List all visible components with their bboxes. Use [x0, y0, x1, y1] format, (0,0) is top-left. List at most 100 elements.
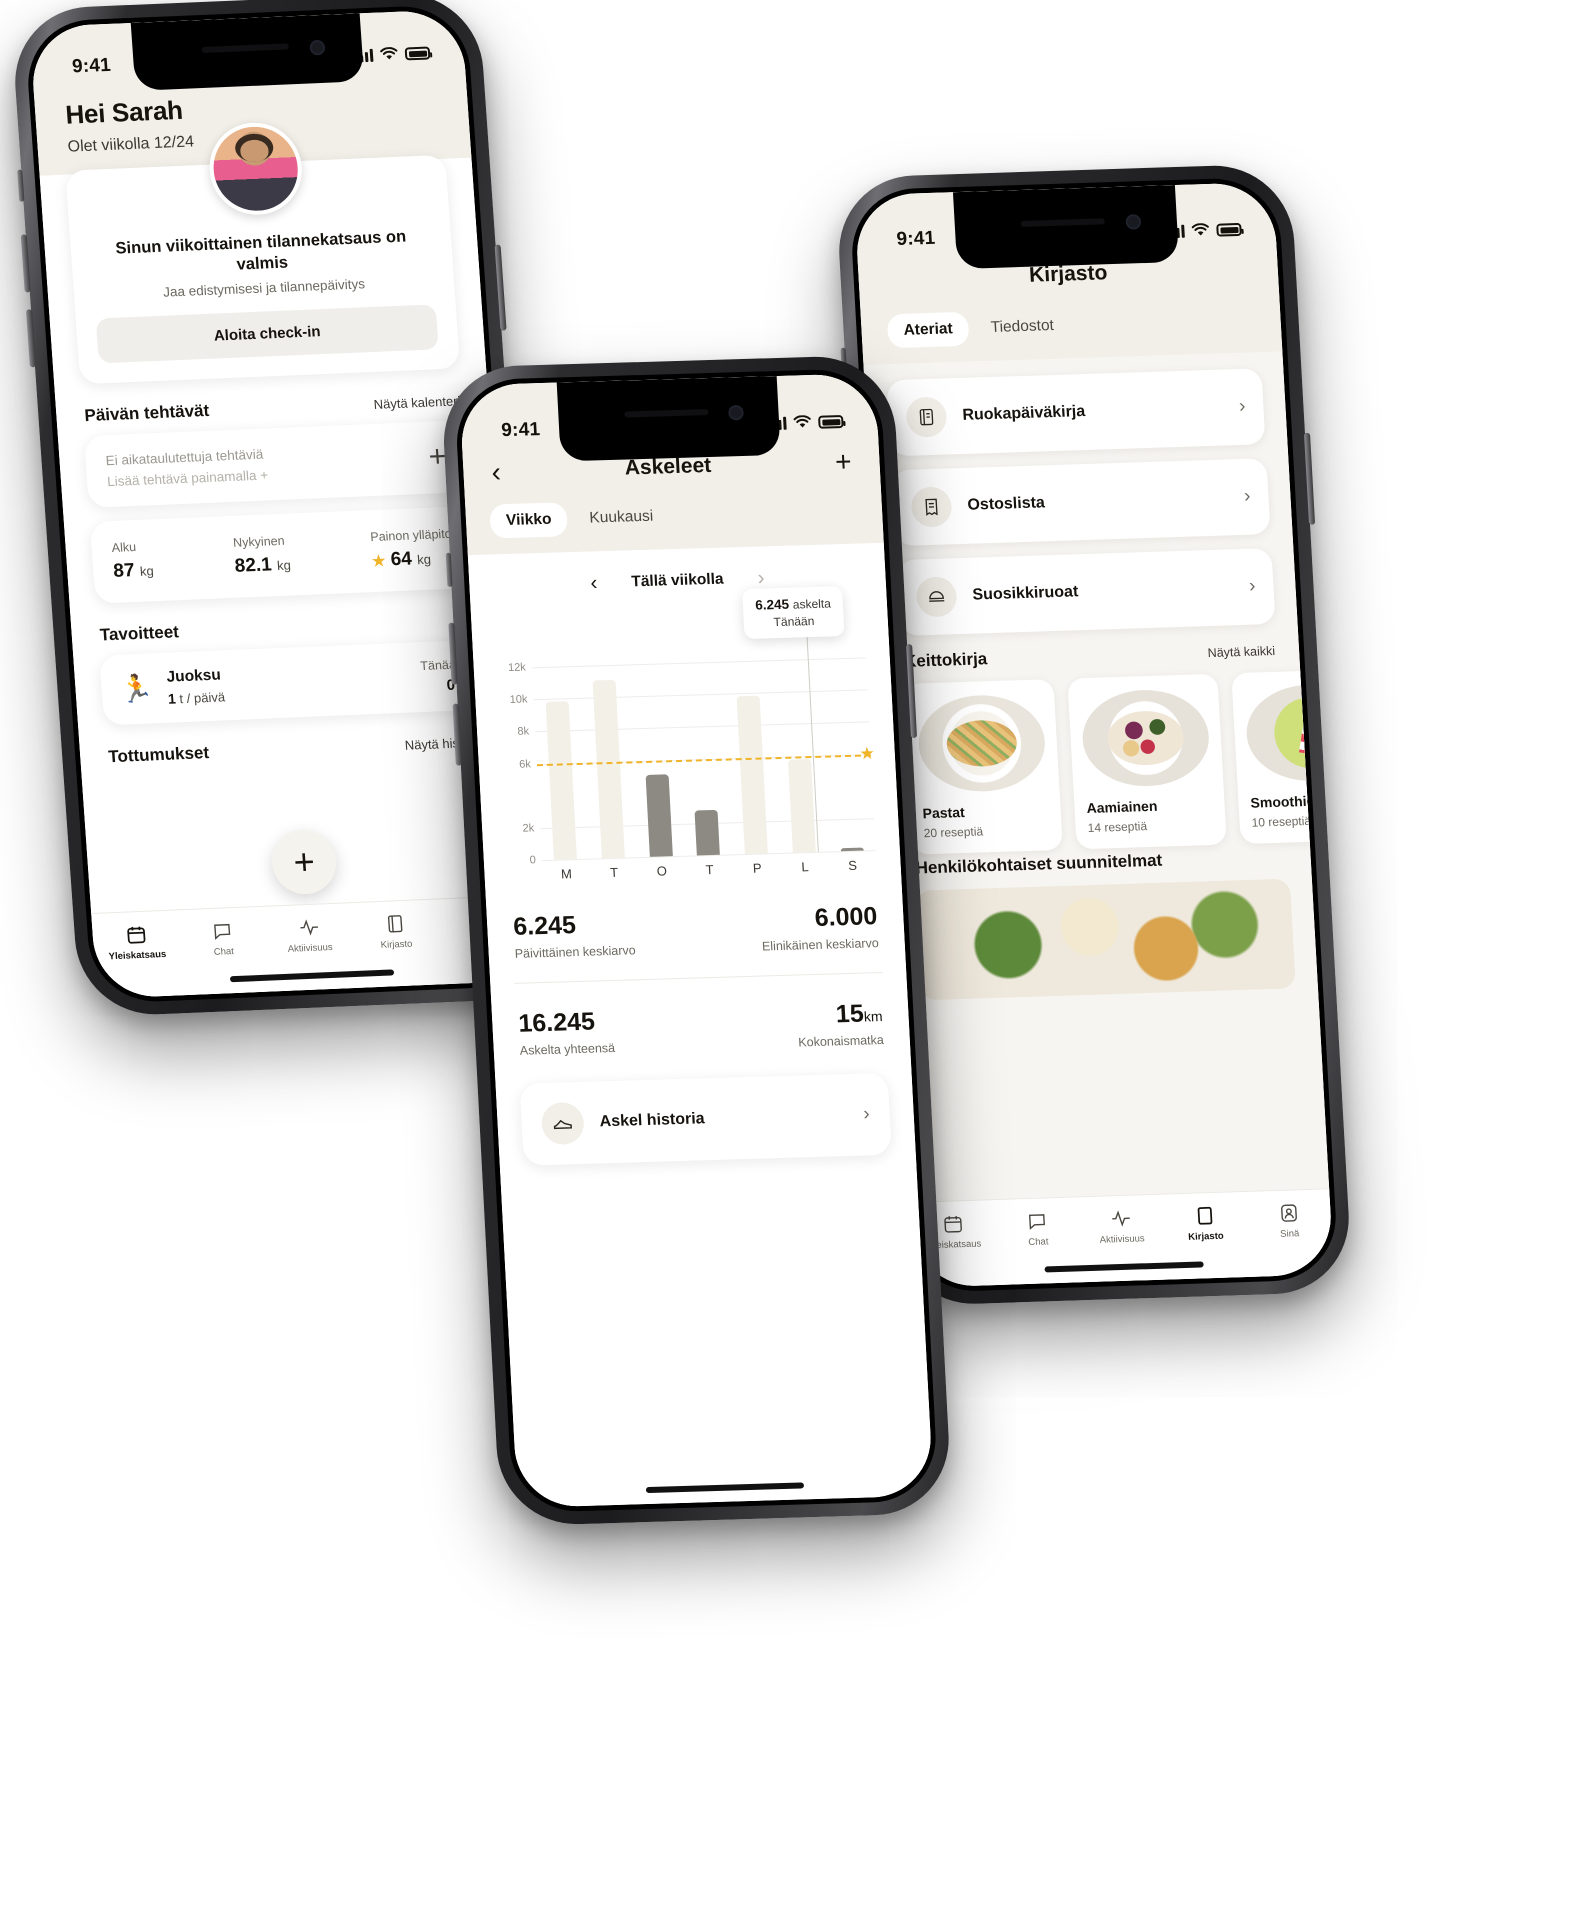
recipe-name: Smoothiet — [1250, 792, 1320, 811]
front-camera — [728, 405, 745, 421]
shoe-icon — [540, 1101, 585, 1146]
chart-bar[interactable] — [840, 847, 864, 852]
phone-steps: 9:41 ‹ Askeleet + Viikko Kuukausi ‹ Täll… — [440, 354, 953, 1527]
tab-label: Kirjasto — [380, 938, 413, 951]
add-fab-button[interactable]: + — [269, 828, 339, 896]
chevron-right-icon: › — [1243, 485, 1251, 507]
receipt-icon — [910, 486, 953, 528]
recipe-image-smoothie — [1244, 682, 1334, 783]
avatar[interactable] — [206, 120, 305, 217]
cookbook-show-all[interactable]: Näytä kaikki — [1207, 644, 1275, 660]
tab-kuukausi[interactable]: Kuukausi — [573, 499, 671, 536]
tab-yleiskatsaus[interactable]: Yleiskatsaus — [92, 920, 181, 963]
library-row-ruokapaivakirja[interactable]: Ruokapäiväkirja › — [886, 368, 1266, 457]
chart-bar[interactable] — [592, 679, 625, 859]
phone1-tabbar[interactable]: Yleiskatsaus Chat Aktiivisuus Kirjasto — [91, 894, 529, 999]
library-row-ostoslista[interactable]: Ostoslista › — [891, 458, 1271, 547]
prev-week-icon[interactable]: ‹ — [590, 571, 598, 595]
stats-row-averages: 6.245 Päivittäinen keskiarvo 6.000 Elini… — [509, 876, 882, 983]
chart-bar[interactable] — [736, 696, 769, 855]
habits-title: Tottumukset — [107, 743, 210, 767]
weight-summary-card: Alku 87 kg Nykyinen 82.1 kg Painon ylläp… — [89, 506, 476, 604]
tab-aktiivisuus[interactable]: Aktiivisuus — [265, 913, 354, 956]
tasks-section-header: Päivän tehtävät Näytä kalenteri — [84, 391, 461, 427]
stat-lifetime-average: 6.000 Elinikäinen keskiarvo — [760, 902, 879, 953]
wifi-icon — [1191, 223, 1209, 236]
recipe-card[interactable]: Smoothiet 10 reseptiä — [1231, 668, 1334, 845]
phone3-tabbar[interactable]: Yleiskatsaus Chat Aktiivisuus Kirjasto S… — [910, 1188, 1334, 1288]
y-tick-label: 2k — [522, 822, 535, 835]
tab-tiedostot[interactable]: Tiedostot — [974, 308, 1071, 345]
chart-bars — [531, 641, 876, 860]
earpiece-speaker — [201, 43, 289, 54]
tab-viikko[interactable]: Viikko — [489, 502, 569, 539]
weight-current-label: Nykyinen — [232, 534, 286, 551]
steps-content: ‹ Tällä viikolla › 6.245 askelta Tänään — [467, 542, 934, 1508]
weight-current-number: 82.1 — [234, 554, 273, 578]
stat-number: 15 — [835, 999, 865, 1029]
tasks-empty-card[interactable]: Ei aikataulutettuja tehtäviä Lisää tehtä… — [83, 420, 469, 509]
chevron-right-icon: › — [1248, 575, 1257, 597]
library-row-suosikkiruoat[interactable]: Suosikkiruoat › — [896, 548, 1276, 636]
tab-aktiivisuus[interactable]: Aktiivisuus — [1078, 1205, 1164, 1247]
tab-label: Sinä — [1279, 1228, 1300, 1240]
tab-chat[interactable]: Chat — [995, 1207, 1081, 1249]
tooltip-value: 6.245 askelta — [755, 595, 831, 612]
status-time: 9:41 — [895, 228, 936, 251]
cookbook-header: Keittokirja Näytä kaikki — [904, 640, 1276, 672]
phone2-screen: 9:41 ‹ Askeleet + Viikko Kuukausi ‹ Täll… — [458, 373, 934, 1508]
battery-icon — [818, 415, 844, 430]
start-checkin-button[interactable]: Aloita check-in — [95, 304, 439, 364]
phone3-power-button[interactable] — [1303, 432, 1316, 525]
recipe-carousel[interactable]: Pastat 20 reseptiä Aamiainen 14 reseptiä… — [903, 668, 1334, 855]
stat-label: Päivittäinen keskiarvo — [514, 943, 637, 961]
weight-target-value: ★ 64 kg — [371, 547, 454, 572]
y-tick-label: 0 — [529, 854, 537, 867]
goal-sub-rest: t / päivä — [175, 689, 226, 707]
tab-ateriat[interactable]: Ateriat — [886, 311, 970, 349]
tab-kirjasto[interactable]: Kirjasto — [351, 910, 440, 953]
phone1-volume-down-button[interactable] — [25, 309, 36, 368]
person-icon — [1246, 1199, 1331, 1226]
stat-daily-average: 6.245 Päivittäinen keskiarvo — [513, 909, 636, 961]
phone2-mute-button[interactable] — [445, 552, 453, 587]
chart-bar[interactable] — [694, 809, 721, 856]
stat-unit: km — [863, 1007, 883, 1025]
chart-bar[interactable] — [645, 774, 673, 857]
status-icons — [1166, 222, 1242, 239]
recipe-count: 10 reseptiä — [1251, 813, 1312, 830]
chart-bar[interactable] — [787, 758, 816, 853]
phone2-app: ‹ Askeleet + Viikko Kuukausi ‹ Tällä vii… — [458, 373, 934, 1508]
phone1-power-button[interactable] — [494, 244, 507, 331]
goal-row-running[interactable]: 🏃 Juoksu 1 t / päivä Tänään 0 t — [99, 639, 484, 726]
plan-image[interactable] — [914, 878, 1296, 1001]
weight-start-label: Alku — [111, 540, 137, 556]
battery-icon — [404, 46, 431, 61]
stat-label: Askelta yhteensä — [519, 1040, 616, 1058]
phone1-mute-button[interactable] — [17, 169, 25, 202]
weight-target-label: Painon ylläpito — [369, 527, 453, 545]
recipe-card[interactable]: Aamiainen 14 reseptiä — [1067, 673, 1227, 850]
earpiece-speaker — [624, 409, 709, 418]
stat-label: Elinikäinen keskiarvo — [761, 936, 880, 954]
activity-icon — [265, 913, 353, 941]
tab-kirjasto[interactable]: Kirjasto — [1162, 1202, 1248, 1244]
tasks-empty-line1: Ei aikataulutettuja tehtäviä — [105, 446, 264, 469]
chart-tooltip: 6.245 askelta Tänään — [742, 586, 845, 639]
show-calendar-link[interactable]: Näytä kalenteri — [373, 394, 461, 413]
y-tick-label: 10k — [509, 693, 528, 707]
x-tick-label: S — [847, 857, 858, 873]
x-tick-label: M — [560, 865, 573, 881]
step-history-row[interactable]: Askel historia › — [519, 1072, 892, 1166]
stat-value: 16.245 — [517, 1007, 596, 1038]
phone1-volume-up-button[interactable] — [20, 234, 31, 293]
habits-section-header: Tottumukset Näytä historia — [108, 732, 485, 768]
recipe-image-pasta — [916, 693, 1048, 794]
phone2-notch — [556, 375, 782, 462]
tab-sina[interactable]: Sinä — [1246, 1199, 1332, 1241]
tab-chat[interactable]: Chat — [178, 917, 267, 960]
next-week-icon[interactable]: › — [757, 566, 765, 590]
recipe-card[interactable]: Pastat 20 reseptiä — [903, 679, 1063, 855]
chart-bar[interactable] — [545, 701, 578, 860]
book-icon — [1162, 1202, 1247, 1229]
